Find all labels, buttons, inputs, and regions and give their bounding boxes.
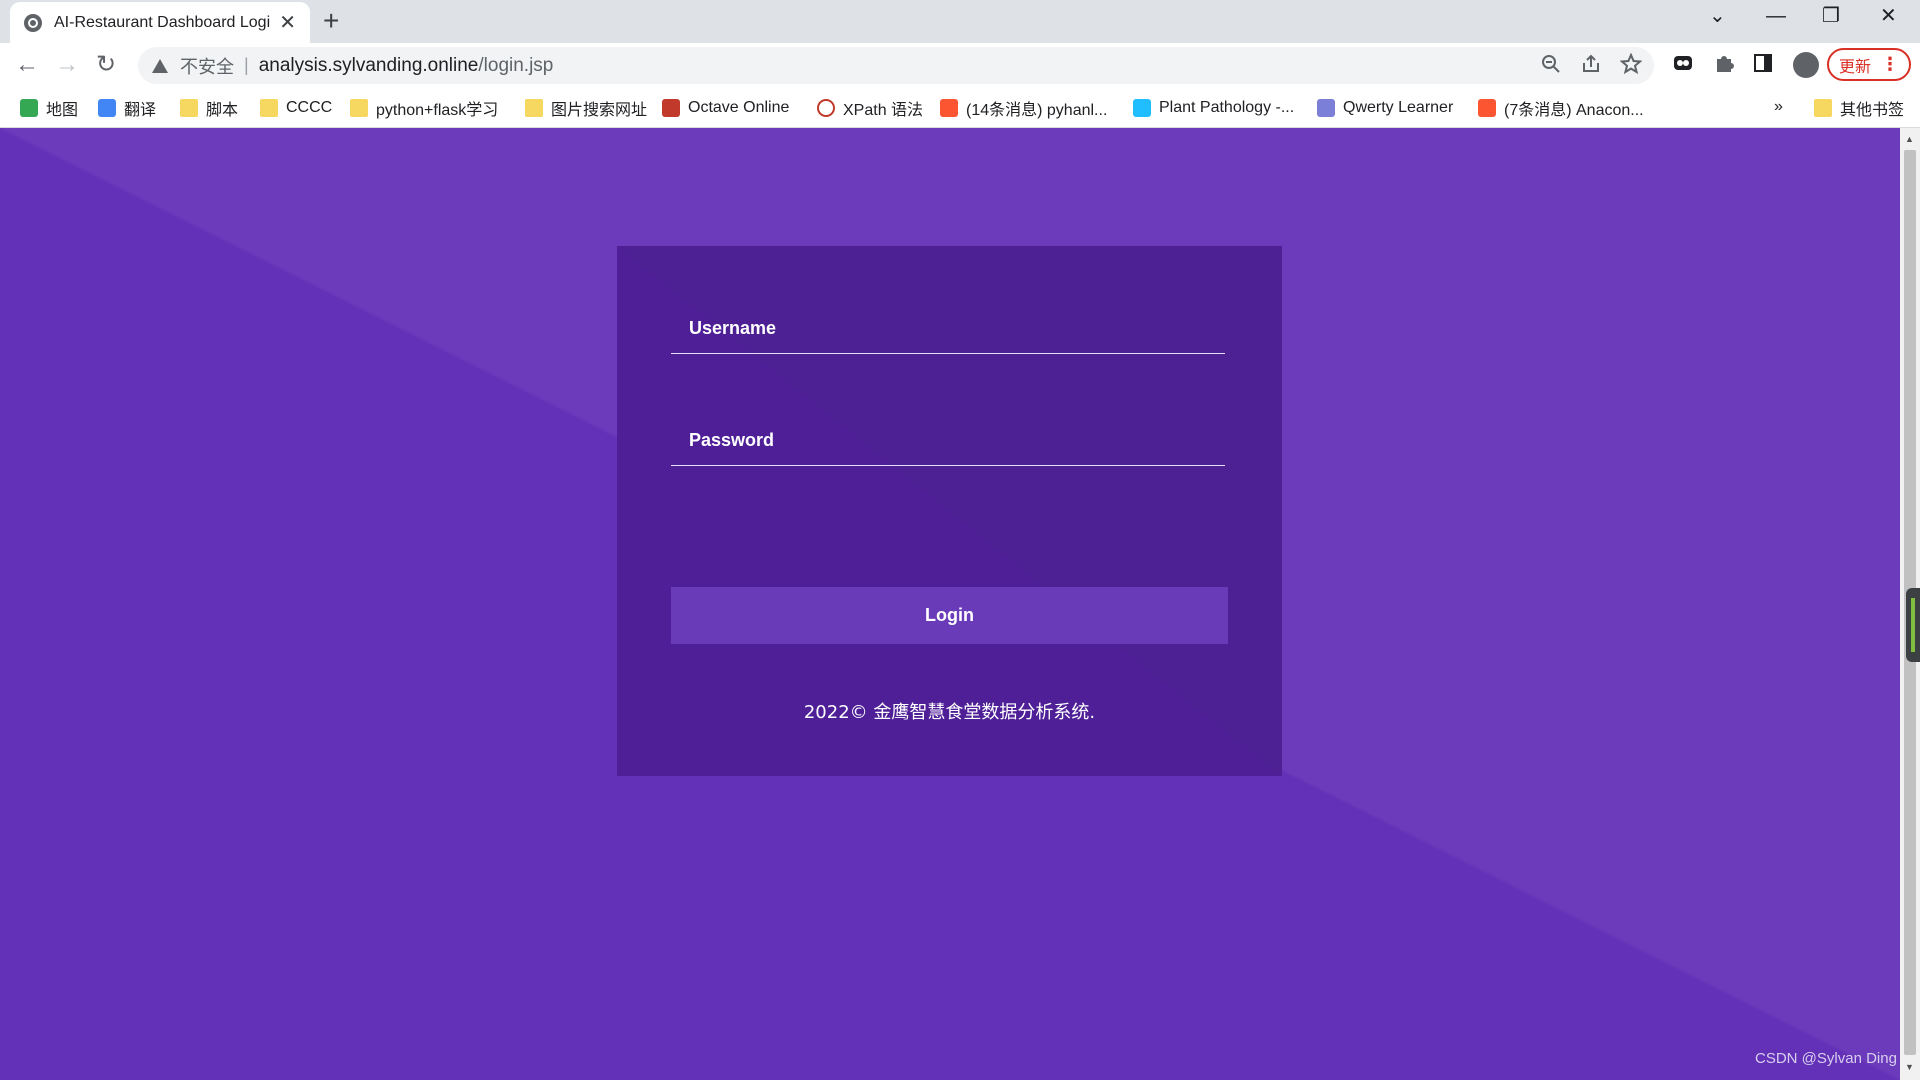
bookmark-label: Plant Pathology -... — [1159, 99, 1295, 116]
copyright-footer: 2022© 金鹰智慧食堂数据分析系统. — [803, 702, 1096, 723]
bookmark-label: Qwerty Learner — [1343, 99, 1454, 116]
back-icon[interactable]: ← — [15, 53, 39, 77]
bookmark-label: CCCC — [286, 99, 333, 116]
window-close-icon[interactable]: ✕ — [1880, 6, 1897, 26]
login-button[interactable]: Login — [671, 587, 1228, 644]
browser-tab[interactable]: AI-Restaurant Dashboard Login ✕ — [10, 2, 310, 43]
tab-title: AI-Restaurant Dashboard Login — [54, 13, 272, 31]
warning-icon[interactable] — [152, 58, 168, 73]
bookmarks-more-icon[interactable]: » — [1774, 98, 1783, 116]
update-label: 更新 — [1838, 58, 1871, 76]
bookmark-item[interactable]: 地图 — [20, 97, 78, 119]
bookmark-item[interactable]: (14条消息) pyhanl... — [940, 97, 1107, 119]
avatar-icon[interactable] — [1793, 52, 1819, 78]
security-label[interactable]: 不安全 — [180, 53, 234, 79]
bookmark-label: XPath 语法 — [843, 102, 924, 119]
url-path[interactable]: /login.jsp — [478, 55, 553, 77]
translate-icon — [98, 99, 116, 117]
side-widget-handle[interactable] — [1906, 588, 1920, 662]
folder-icon — [525, 99, 543, 117]
zoom-icon[interactable] — [1540, 53, 1562, 75]
url-host[interactable]: analysis.sylvanding.online — [259, 55, 479, 77]
other-bookmarks[interactable]: 其他书签 — [1814, 97, 1904, 119]
tab-close-icon[interactable]: ✕ — [279, 13, 296, 33]
bookmark-label: python+flask学习 — [376, 102, 499, 119]
bookmark-label: Octave Online — [688, 99, 790, 116]
page-viewport: Login 2022© 金鹰智慧食堂数据分析系统. — [0, 128, 1900, 1080]
bookmarks-bar: 地图 翻译 脚本 CCCC python+flask学习 图片搜索网址 Octa… — [0, 88, 1920, 128]
restore-icon[interactable]: ❐ — [1822, 6, 1840, 26]
globe-icon — [24, 13, 42, 32]
maps-icon — [20, 99, 38, 117]
bookmark-label: 其他书签 — [1840, 102, 1905, 119]
url-separator: | — [244, 55, 249, 75]
bookmark-item[interactable]: Octave Online — [662, 97, 789, 119]
reload-icon[interactable]: ↻ — [96, 53, 116, 77]
watermark: CSDN @Sylvan Ding — [1755, 1050, 1897, 1067]
minimize-icon[interactable]: — — [1766, 6, 1786, 26]
folder-icon — [180, 99, 198, 117]
bookmark-label: 地图 — [46, 102, 79, 119]
bookmark-item[interactable]: XPath 语法 — [817, 97, 923, 119]
scroll-up-icon[interactable]: ▲ — [1905, 134, 1914, 144]
new-tab-button[interactable]: + — [323, 7, 339, 35]
bookmark-item[interactable]: (7条消息) Anacon... — [1478, 97, 1644, 119]
folder-icon — [1814, 99, 1832, 117]
csdn-icon — [1478, 99, 1496, 117]
bookmark-label: 脚本 — [206, 102, 239, 119]
bookmark-item[interactable]: Plant Pathology -... — [1133, 97, 1294, 119]
bookmark-item[interactable]: 图片搜索网址 — [525, 97, 647, 119]
share-icon[interactable] — [1580, 53, 1602, 75]
bookmark-label: (14条消息) pyhanl... — [966, 102, 1108, 119]
bookmark-label: (7条消息) Anacon... — [1504, 102, 1644, 119]
bookmark-label: 图片搜索网址 — [551, 102, 648, 119]
tab-strip: AI-Restaurant Dashboard Login ✕ + ⌄ — ❐ … — [0, 0, 1920, 43]
bookmark-label: 翻译 — [124, 102, 157, 119]
octave-icon — [662, 99, 680, 117]
update-button[interactable]: 更新 ⋮ — [1827, 48, 1911, 81]
username-field — [671, 304, 1225, 354]
address-bar[interactable]: 不安全 | analysis.sylvanding.online /login.… — [138, 47, 1654, 84]
star-icon[interactable] — [1620, 53, 1642, 75]
password-field — [671, 416, 1225, 466]
extension-icon[interactable] — [1672, 52, 1694, 74]
username-input[interactable] — [671, 304, 1225, 353]
menu-icon: ⋮ — [1881, 54, 1899, 74]
xpath-icon — [817, 99, 835, 117]
login-card: Login 2022© 金鹰智慧食堂数据分析系统. — [617, 246, 1282, 776]
password-input[interactable] — [671, 416, 1225, 465]
kaggle-icon — [1133, 99, 1151, 117]
bookmark-item[interactable]: 翻译 — [98, 97, 156, 119]
browser-toolbar: ← → ↻ 不安全 | analysis.sylvanding.online /… — [0, 43, 1920, 88]
folder-icon — [260, 99, 278, 117]
csdn-icon — [940, 99, 958, 117]
scroll-down-icon[interactable]: ▼ — [1905, 1062, 1914, 1072]
tab-search-icon[interactable]: ⌄ — [1709, 6, 1726, 26]
puzzle-icon[interactable] — [1713, 52, 1735, 74]
bookmark-item[interactable]: python+flask学习 — [350, 97, 498, 119]
bookmark-item[interactable]: Qwerty Learner — [1317, 97, 1453, 119]
forward-icon[interactable]: → — [55, 53, 79, 77]
bookmark-item[interactable]: 脚本 — [180, 97, 238, 119]
qwerty-icon — [1317, 99, 1335, 117]
folder-icon — [350, 99, 368, 117]
side-panel-icon[interactable] — [1752, 52, 1774, 74]
bookmark-item[interactable]: CCCC — [260, 97, 332, 119]
